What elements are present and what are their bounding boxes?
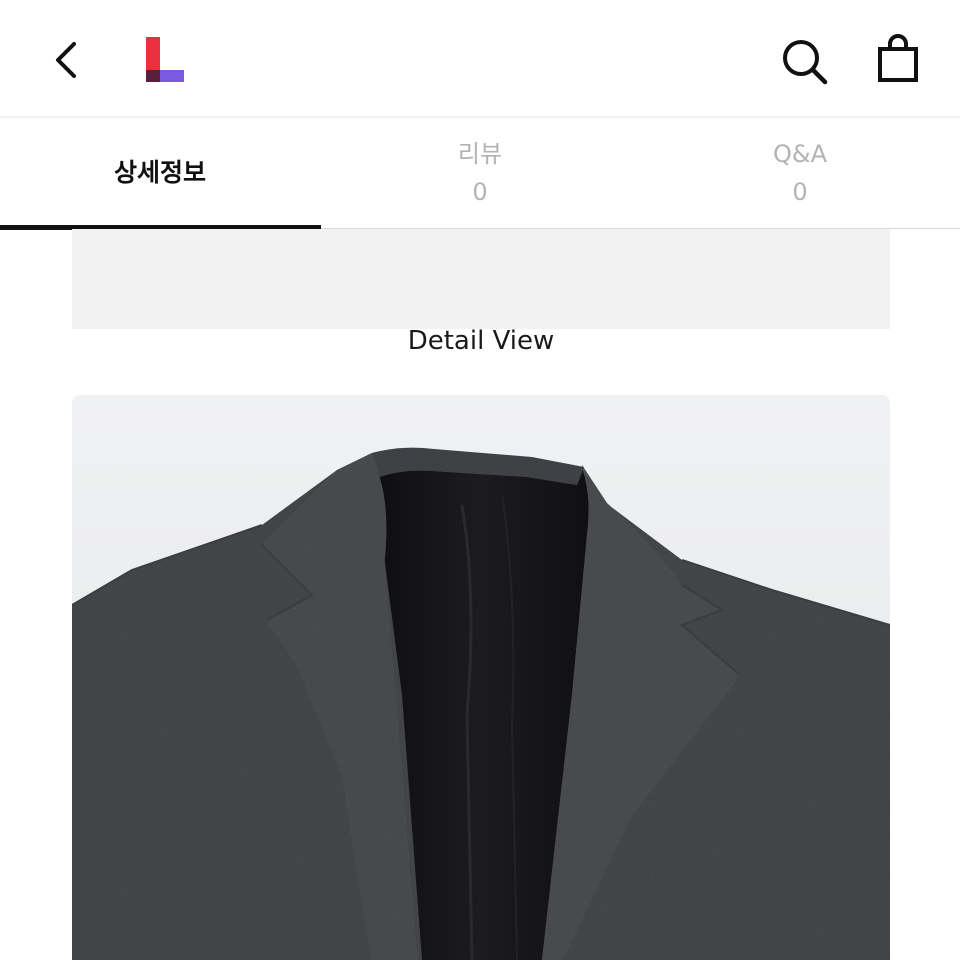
image-placeholder-banner bbox=[72, 229, 890, 329]
back-button[interactable] bbox=[40, 32, 96, 88]
tab-label: 리뷰 bbox=[457, 140, 503, 168]
tab-qna[interactable]: Q&A 0 bbox=[640, 118, 960, 228]
review-count: 0 bbox=[472, 178, 488, 206]
top-app-bar bbox=[0, 0, 960, 118]
tab-label: 상세정보 bbox=[113, 158, 206, 187]
tab-detail-info[interactable]: 상세정보 bbox=[0, 118, 321, 230]
search-button[interactable] bbox=[776, 34, 832, 90]
tab-reviews[interactable]: 리뷰 0 bbox=[320, 118, 640, 228]
chevron-left-icon bbox=[56, 42, 76, 78]
tab-label: Q&A bbox=[772, 140, 828, 168]
shopping-bag-icon bbox=[878, 34, 918, 82]
charcoal-wool-blazer-photo bbox=[72, 395, 890, 960]
detail-view-title: Detail View bbox=[407, 326, 555, 356]
l-logo-icon[interactable] bbox=[145, 37, 185, 83]
detail-tabs: 상세정보 리뷰 0 Q&A 0 bbox=[0, 118, 960, 230]
shopping-bag-button[interactable] bbox=[870, 32, 926, 88]
search-icon bbox=[783, 40, 828, 85]
product-detail-page: 상세정보 리뷰 0 Q&A 0 Detail View bbox=[0, 0, 960, 960]
qna-count: 0 bbox=[792, 178, 808, 206]
